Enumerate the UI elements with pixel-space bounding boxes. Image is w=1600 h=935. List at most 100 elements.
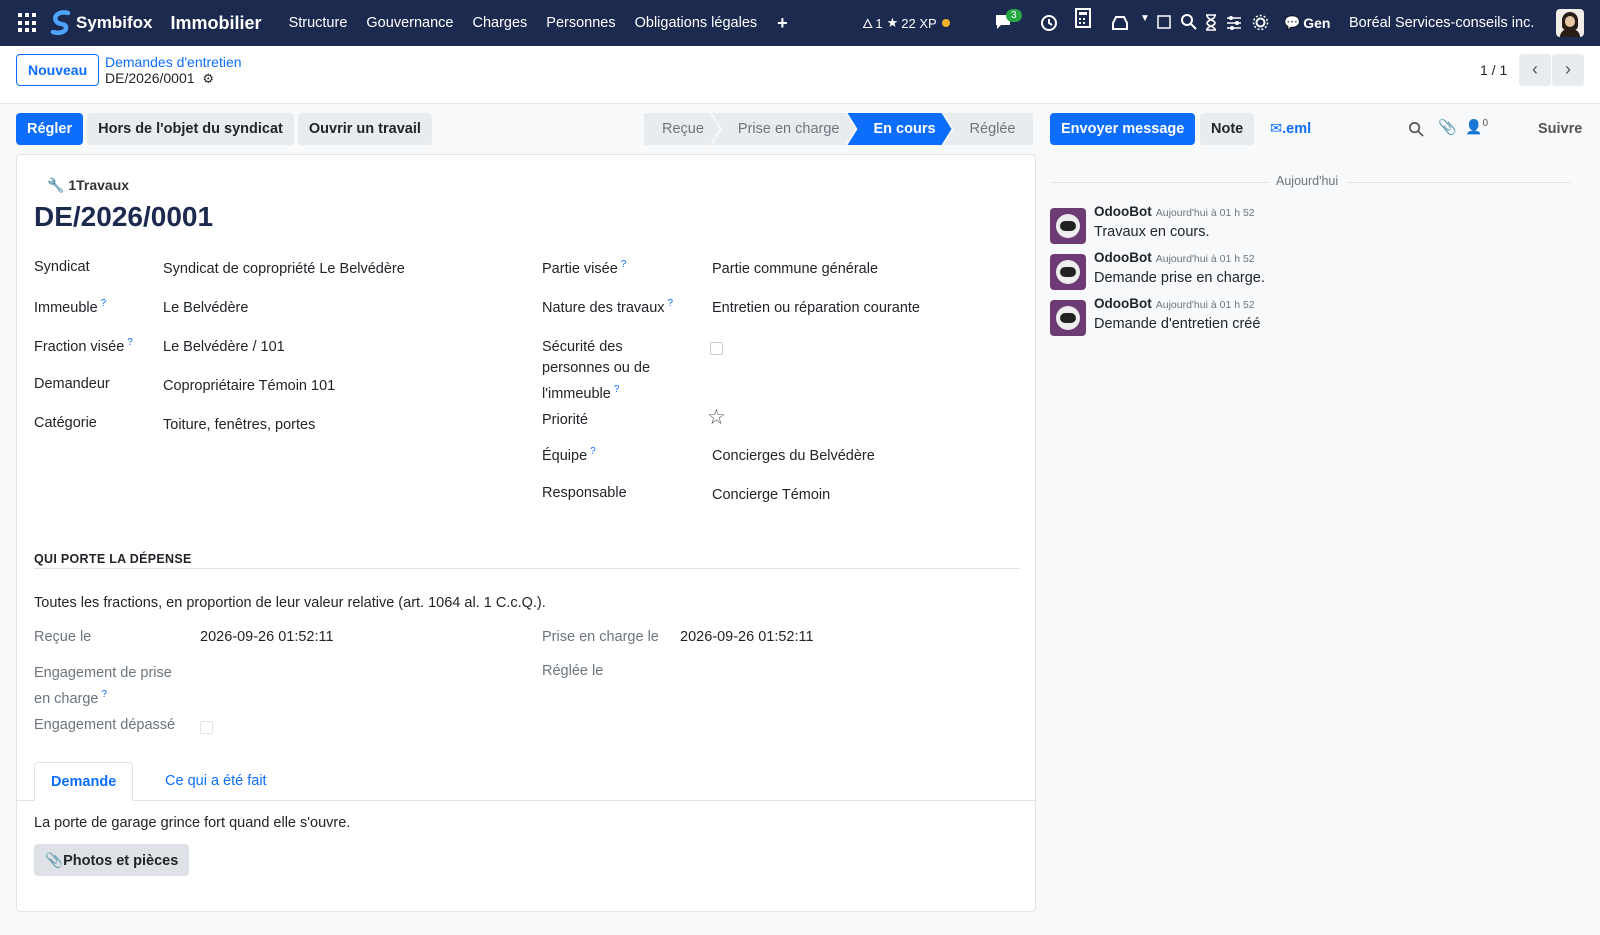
status-prise-en-charge[interactable]: Prise en charge [712,113,856,145]
help-icon[interactable]: ? [127,337,133,348]
demande-description[interactable]: La porte de garage grince fort quand ell… [34,815,350,831]
pager-value[interactable]: 1 / 1 [1480,62,1507,78]
clock-icon[interactable] [1040,14,1058,32]
message-author[interactable]: OdooBot Aujourd'hui à 01 h 52 [1094,250,1255,265]
help-icon[interactable]: ? [621,259,627,270]
engagement-label: Engagement de prise en charge? [34,663,172,710]
securite-checkbox[interactable] [710,342,723,355]
equipe-field[interactable]: Concierges du Belvédère [712,448,875,464]
help-icon[interactable]: ? [590,446,596,457]
tab-demande-label: Demande [51,774,117,790]
envelope-icon: ✉ [1270,121,1283,137]
search-icon[interactable] [1180,13,1197,30]
menu-item-charges[interactable]: Charges [472,15,527,31]
travaux-smart-button[interactable]: 🔧 1Travaux [47,177,129,194]
prise-le-label: Prise en charge le [542,629,659,645]
odoobot-avatar[interactable] [1050,300,1086,336]
chatter-message: OdooBot Aujourd'hui à 01 h 52 Demande pri… [1050,250,1570,294]
status-recue[interactable]: Reçue [644,113,720,145]
help-icon[interactable]: ? [102,689,108,700]
tab-demande[interactable]: Demande [34,762,134,801]
nature-label-text: Nature des travaux [542,299,665,316]
responsable-field[interactable]: Concierge Témoin [712,487,830,503]
apps-menu-icon[interactable] [18,13,38,33]
note-icon[interactable] [1156,14,1172,30]
gamification-widget[interactable]: 🜂 1 ★ 22 XP [862,0,950,46]
status-reglee[interactable]: Réglée [943,113,1034,145]
help-icon[interactable]: ? [101,298,107,309]
hors-objet-button[interactable]: Hors de l'objet du syndicat [87,113,294,145]
regler-button[interactable]: Régler [16,113,84,145]
inbox-icon[interactable] [1112,16,1128,30]
breadcrumb-current: DE/2026/0001 ⚙ [105,70,214,87]
send-message-button[interactable]: Envoyer message [1050,113,1196,145]
prise-le-field[interactable]: 2026-09-26 01:52:11 [680,629,814,645]
new-button[interactable]: Nouveau [16,54,100,86]
nature-label: Nature des travaux? [542,298,673,316]
fraction-field[interactable]: Le Belvédère / 101 [163,339,285,355]
menu-item-obligations[interactable]: Obligations légales [635,15,758,31]
message-date: Aujourd'hui à 01 h 52 [1155,299,1255,311]
gear-icon[interactable] [1252,14,1269,31]
demandeur-label: Demandeur [34,376,110,392]
chevron-left-icon: ‹ [1532,59,1538,79]
message-body: Travaux en cours. [1094,224,1210,240]
odoobot-avatar[interactable] [1050,254,1086,290]
syndicat-field[interactable]: Syndicat de copropriété Le Belvédère [163,261,405,277]
form-action-bar: Régler Hors de l'objet du syndicat Ouvri… [16,113,436,145]
chatter-message: OdooBot Aujourd'hui à 01 h 52 Demande d'e… [1050,296,1570,340]
log-note-button[interactable]: Note [1200,113,1255,145]
ai-gen-button[interactable]: 💬 Gen [1284,0,1330,46]
gear-icon[interactable]: ⚙ [202,71,214,86]
status-en-cours[interactable]: En cours [847,113,951,145]
pager-previous-button[interactable]: ‹ [1519,54,1551,86]
section-divider [34,568,1020,569]
odoobot-face [1056,214,1080,238]
followers-count: 0 [1482,118,1488,129]
sliders-icon[interactable] [1226,15,1242,30]
partie-visee-field[interactable]: Partie commune générale [712,261,878,277]
securite-label: Sécurité des personnes ou de l'immeuble? [542,337,650,405]
brand-logo[interactable]: Symbifox [50,10,153,36]
engagement-label-line2: en charge [34,690,99,707]
photos-pieces-button[interactable]: 📎Photos et pièces [34,844,190,876]
immeuble-label: Immeuble? [34,298,106,316]
demandeur-field[interactable]: Copropriétaire Témoin 101 [163,378,335,394]
help-icon[interactable]: ? [668,298,674,309]
menu-item-gouvernance[interactable]: Gouvernance [366,15,453,31]
securite-label-line3: l'immeuble [542,385,611,402]
syndicat-label: Syndicat [34,259,90,275]
pager-next-button[interactable]: › [1552,54,1584,86]
ouvrir-travail-button[interactable]: Ouvrir un travail [297,113,432,145]
odoobot-avatar[interactable] [1050,208,1086,244]
paperclip-icon[interactable]: 📎 [1438,118,1457,136]
add-menu-icon[interactable]: + [777,13,788,34]
tab-ce-qui-a-ete-fait[interactable]: Ce qui a été fait [149,762,283,801]
app-name[interactable]: Immobilier [171,13,262,34]
company-switcher[interactable]: Boréal Services-conseils inc. [1349,0,1534,46]
photos-pieces-label: Photos et pièces [63,852,179,869]
nature-field[interactable]: Entretien ou réparation courante [712,300,920,316]
user-avatar[interactable] [1556,9,1584,37]
categorie-field[interactable]: Toiture, fenêtres, portes [163,417,315,433]
priority-star-icon[interactable]: ☆ [707,405,726,430]
date-separator-label: Aujourd'hui [1268,174,1347,188]
hourglass-icon[interactable] [1204,14,1218,31]
eml-button[interactable]: ✉.eml [1270,121,1311,137]
menu-item-personnes[interactable]: Personnes [546,15,615,31]
chevron-down-icon[interactable]: ▼ [1140,13,1150,24]
calculator-icon[interactable] [1074,8,1092,28]
help-icon[interactable]: ? [614,384,620,395]
menu-item-structure[interactable]: Structure [289,15,348,31]
followers-button[interactable]: 👤0 [1465,118,1488,136]
follow-button[interactable]: Suivre [1538,121,1582,137]
search-icon[interactable] [1408,121,1424,137]
breadcrumb-parent-link[interactable]: Demandes d'entretien [105,54,242,70]
securite-label-line1: Sécurité des [542,339,623,355]
message-author[interactable]: OdooBot Aujourd'hui à 01 h 52 [1094,296,1255,311]
message-author[interactable]: OdooBot Aujourd'hui à 01 h 52 [1094,204,1255,219]
recue-le-field[interactable]: 2026-09-26 01:52:11 [200,629,334,645]
breadcrumb-current-label: DE/2026/0001 [105,70,195,86]
equipe-label-text: Équipe [542,447,588,464]
immeuble-field[interactable]: Le Belvédère [163,300,248,316]
